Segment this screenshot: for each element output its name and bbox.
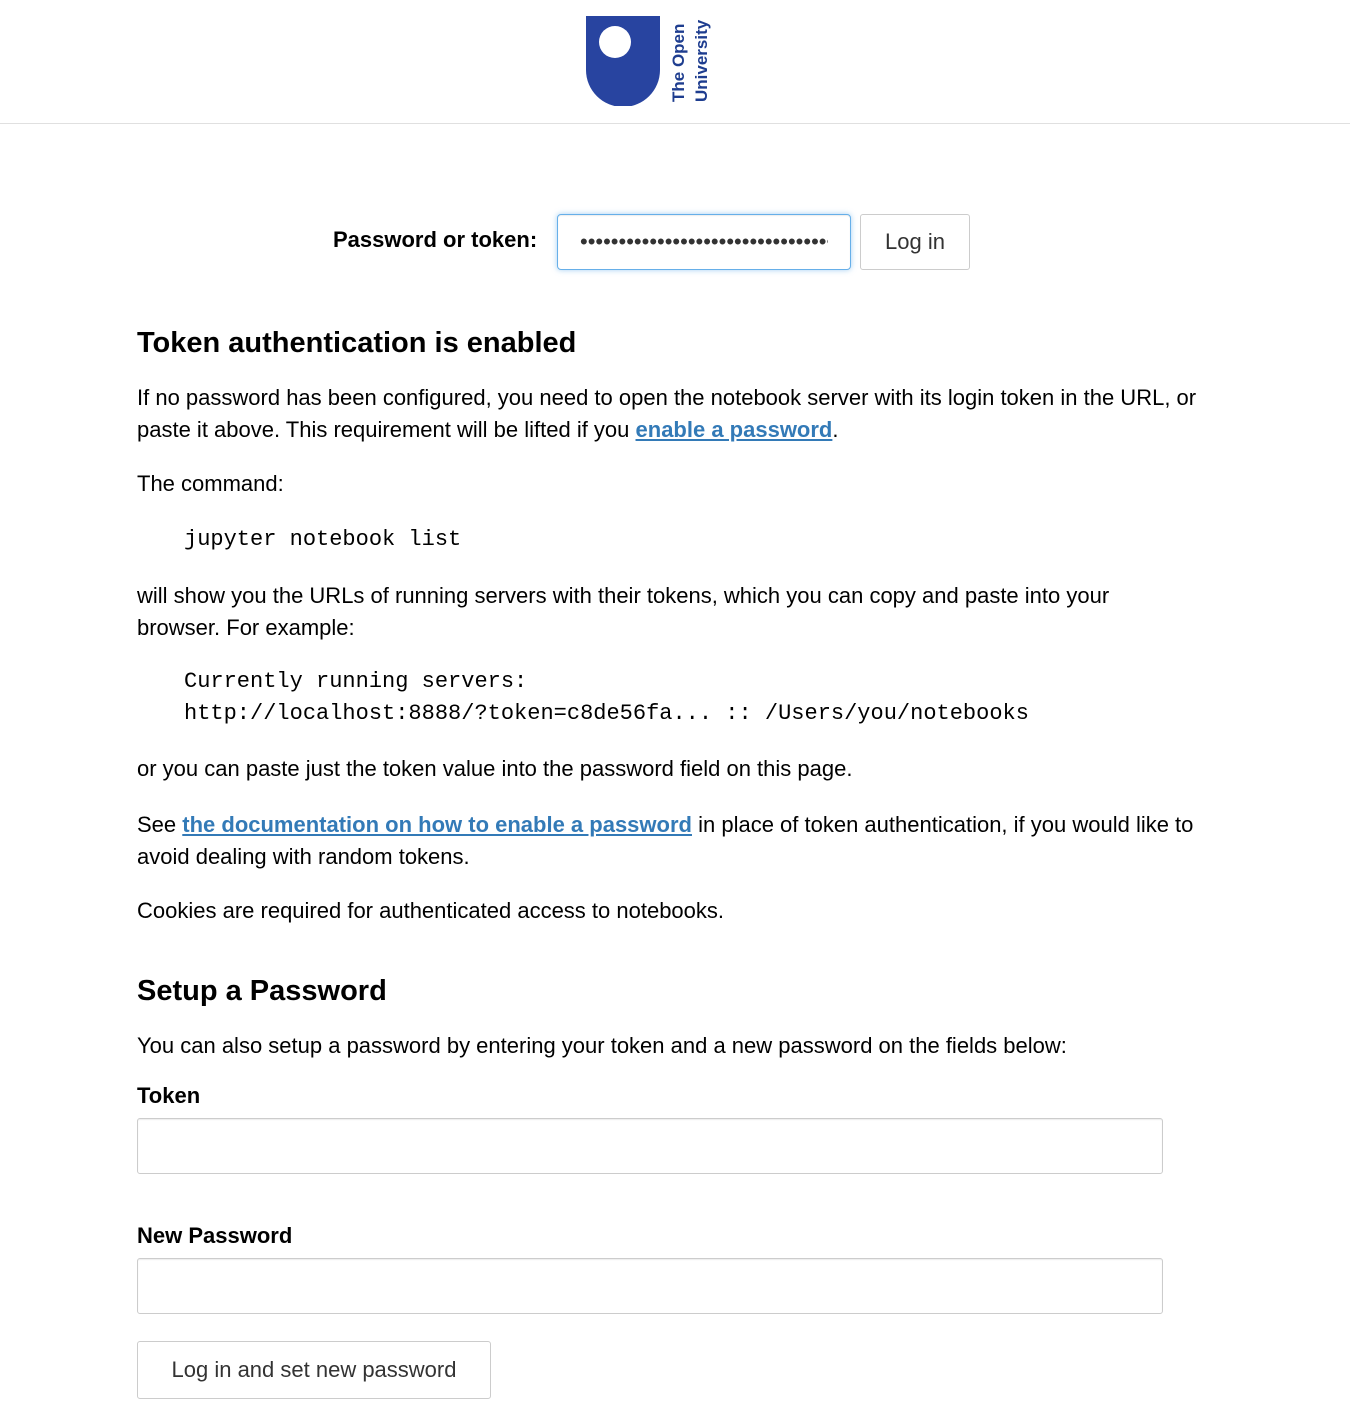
setup-password-heading: Setup a Password	[137, 975, 387, 1007]
documentation-link[interactable]: the documentation on how to enable a pas…	[182, 812, 692, 837]
open-university-logo[interactable]: The Open University	[584, 14, 718, 106]
enable-password-link[interactable]: enable a password	[636, 417, 833, 442]
logo-text-line2: University	[692, 19, 711, 102]
logo-text-line1: The Open	[669, 24, 688, 102]
logo-circle-icon	[599, 26, 631, 58]
paragraph-text: See	[137, 812, 183, 837]
token-label: Token	[137, 1083, 201, 1108]
password-label: Password or token:	[333, 227, 538, 252]
set-new-password-button[interactable]: Log in and set new password	[137, 1341, 491, 1399]
command-intro: The command:	[137, 471, 284, 496]
setup-password-intro: You can also setup a password by enterin…	[137, 1033, 1067, 1058]
token-input[interactable]	[137, 1118, 1163, 1174]
servers-explanation: will show you the URLs of running server…	[137, 583, 1110, 640]
example-line-2: http://localhost:8888/?token=c8de56fa...…	[184, 701, 1029, 726]
example-code: Currently running servers: http://localh…	[137, 666, 1197, 730]
login-row: Password or token: Log in	[0, 214, 1350, 270]
token-auth-heading: Token authentication is enabled	[137, 327, 577, 359]
cookies-paragraph: Cookies are required for authenticated a…	[137, 898, 725, 923]
token-auth-paragraph: If no password has been configured, you …	[137, 382, 1197, 446]
main-content: Token authentication is enabled If no pa…	[137, 322, 1197, 1399]
password-input[interactable]	[557, 214, 851, 270]
command-code: jupyter notebook list	[184, 527, 462, 552]
example-line-1: Currently running servers:	[184, 669, 528, 694]
new-password-label: New Password	[137, 1223, 293, 1248]
paste-token-paragraph: or you can paste just the token value in…	[137, 756, 853, 781]
login-button[interactable]: Log in	[860, 214, 970, 270]
header: The Open University	[0, 0, 1350, 124]
paragraph-text: .	[832, 417, 839, 442]
new-password-input[interactable]	[137, 1258, 1163, 1314]
documentation-paragraph: See the documentation on how to enable a…	[137, 809, 1197, 873]
